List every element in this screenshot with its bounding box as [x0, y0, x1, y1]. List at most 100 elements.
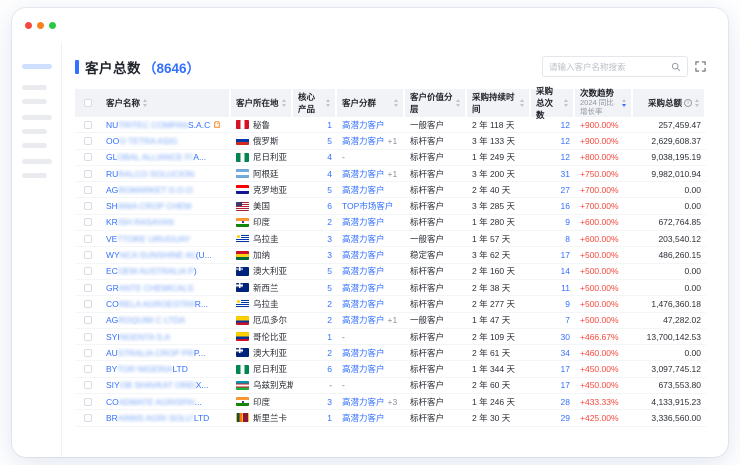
product-value[interactable]: 5 — [327, 185, 332, 195]
customer-name-link[interactable]: RU RALCO SOLUCIONES S.A — [101, 169, 231, 179]
row-checkbox[interactable] — [84, 251, 92, 259]
column-header-amount[interactable]: 采购总额i — [633, 89, 706, 117]
window-close-icon[interactable] — [25, 22, 32, 29]
row-checkbox[interactable] — [84, 153, 92, 161]
segment-value[interactable]: 高潜力客户 — [342, 298, 385, 310]
customer-name-link[interactable]: NU TRITEC COMPAN S.A.C — [101, 120, 231, 130]
segment-value[interactable]: 高潜力客户 — [342, 184, 385, 196]
segment-value[interactable]: TOP市场客户 — [342, 200, 393, 212]
product-value[interactable]: 5 — [327, 266, 332, 276]
customer-name-link[interactable]: SYI NGENTA S.A — [101, 332, 231, 342]
sort-icon[interactable] — [520, 99, 524, 106]
segment-value[interactable]: - — [342, 332, 345, 342]
customer-name-link[interactable]: GL OBAL ALLIANCE FOR CHEMIC A... — [101, 152, 231, 162]
column-header-tier[interactable]: 客户价值分层 — [405, 89, 467, 117]
customer-name-link[interactable]: AU STRALIA CROP PROTECTION P... — [101, 348, 231, 358]
customer-name-link[interactable]: EC OEM AUSTRALIA PTY LIMITED ) — [101, 266, 231, 276]
segment-value[interactable]: 高潜力客户 — [342, 216, 385, 228]
segment-value[interactable]: 高潜力客户 — [342, 119, 385, 131]
segment-value[interactable]: 高潜力客户 — [342, 265, 385, 277]
product-value[interactable]: 6 — [327, 364, 332, 374]
product-value[interactable]: 1 — [327, 120, 332, 130]
product-value[interactable]: 2 — [327, 299, 332, 309]
row-checkbox[interactable] — [84, 365, 92, 373]
sort-icon[interactable] — [143, 99, 147, 106]
product-value[interactable]: 2 — [327, 348, 332, 358]
row-checkbox[interactable] — [84, 300, 92, 308]
customer-name-link[interactable]: CO ADMATE AGRISPACE PRIVATE ... — [101, 397, 231, 407]
product-value[interactable]: 2 — [327, 315, 332, 325]
customer-name-link[interactable]: AG ROMARKET D.O.O — [101, 185, 231, 195]
row-checkbox[interactable] — [84, 349, 92, 357]
info-icon[interactable]: i — [684, 99, 692, 107]
row-checkbox[interactable] — [84, 170, 92, 178]
customer-name-link[interactable]: SIY OB SHAVKAT OREL TERMIZIY X... — [101, 380, 231, 390]
column-header-name[interactable]: 客户名称 — [101, 89, 231, 117]
product-value[interactable]: 1 — [327, 413, 332, 423]
expand-icon[interactable] — [695, 61, 706, 72]
row-checkbox[interactable] — [84, 398, 92, 406]
sort-icon-active[interactable] — [622, 99, 626, 106]
segment-value[interactable]: 高潜力客户 — [342, 168, 385, 180]
segment-value[interactable]: 高潜力客户 — [342, 282, 385, 294]
customer-name-link[interactable]: VE TTORE URUGUAY S.R.L — [101, 234, 231, 244]
sort-icon[interactable] — [394, 99, 398, 106]
customer-name-link[interactable]: KR ISH RASAYAN — [101, 217, 231, 227]
customer-name-link[interactable]: WY NCA SUNSHINE AGRIC PRO (U... — [101, 250, 231, 260]
customer-name-link[interactable]: CO RELA AGROESTRINA ALIANSO R... — [101, 299, 231, 309]
row-checkbox[interactable] — [84, 267, 92, 275]
segment-value[interactable]: 高潜力客户 — [342, 314, 385, 326]
sort-icon[interactable] — [282, 99, 286, 106]
row-checkbox[interactable] — [84, 414, 92, 422]
column-header-segment[interactable]: 客户分群 — [337, 89, 405, 117]
row-checkbox[interactable] — [84, 186, 92, 194]
column-header-count[interactable]: 采购总次数 — [531, 89, 575, 117]
product-value[interactable]: 3 — [327, 250, 332, 260]
segment-value[interactable]: 高潜力客户 — [342, 347, 385, 359]
product-value[interactable]: 4 — [327, 152, 332, 162]
product-value[interactable]: 1 — [327, 332, 332, 342]
row-checkbox[interactable] — [84, 137, 92, 145]
segment-value[interactable]: 高潜力客户 — [342, 135, 385, 147]
product-value[interactable]: 5 — [327, 136, 332, 146]
sort-icon[interactable] — [695, 99, 699, 106]
customer-name-link[interactable]: OO O TETRA ASIG — [101, 136, 231, 146]
segment-value[interactable]: 高潜力客户 — [342, 396, 385, 408]
sort-icon[interactable] — [456, 99, 460, 106]
search-icon[interactable] — [671, 62, 681, 72]
segment-value[interactable]: 高潜力客户 — [342, 249, 385, 261]
product-value[interactable]: 4 — [327, 169, 332, 179]
segment-value[interactable]: 高潜力客户 — [342, 363, 385, 375]
customer-name-link[interactable]: SH ANIA CROP CHEM — [101, 201, 231, 211]
product-value[interactable]: 3 — [327, 234, 332, 244]
product-value[interactable]: 2 — [327, 217, 332, 227]
product-value[interactable]: 3 — [327, 397, 332, 407]
row-checkbox[interactable] — [84, 218, 92, 226]
row-checkbox[interactable] — [84, 381, 92, 389]
segment-value[interactable]: - — [342, 152, 345, 162]
search-input[interactable] — [549, 62, 671, 72]
sort-icon[interactable] — [564, 99, 568, 106]
customer-name-link[interactable]: GR ANTE CHEMICALS LIMITED — [101, 283, 231, 293]
row-checkbox[interactable] — [84, 121, 92, 129]
product-value[interactable]: 6 — [327, 201, 332, 211]
column-header-location[interactable]: 客户所在地 — [231, 89, 293, 117]
sidebar-item-active[interactable] — [22, 64, 52, 69]
row-checkbox[interactable] — [84, 333, 92, 341]
window-minimize-icon[interactable] — [37, 22, 44, 29]
customer-name-link[interactable]: BR AINNS AGRI SOLUTIONS PVT LTD — [101, 413, 231, 423]
product-value[interactable]: - — [329, 380, 332, 390]
product-value[interactable]: 5 — [327, 283, 332, 293]
row-checkbox[interactable] — [84, 316, 92, 324]
segment-value[interactable]: 高潜力客户 — [342, 412, 385, 424]
window-maximize-icon[interactable] — [49, 22, 56, 29]
row-checkbox[interactable] — [84, 235, 92, 243]
sort-icon[interactable] — [326, 99, 330, 106]
row-checkbox[interactable] — [84, 284, 92, 292]
row-checkbox[interactable] — [84, 202, 92, 210]
customer-name-link[interactable]: AG ROQUIM C LTDA — [101, 315, 231, 325]
column-header-duration[interactable]: 采购持续时间 — [467, 89, 531, 117]
select-all-checkbox[interactable] — [84, 99, 92, 107]
column-header-product[interactable]: 核心产品 — [293, 89, 337, 117]
column-header-trend[interactable]: 次数趋势2024 同比增长率 — [575, 89, 633, 117]
